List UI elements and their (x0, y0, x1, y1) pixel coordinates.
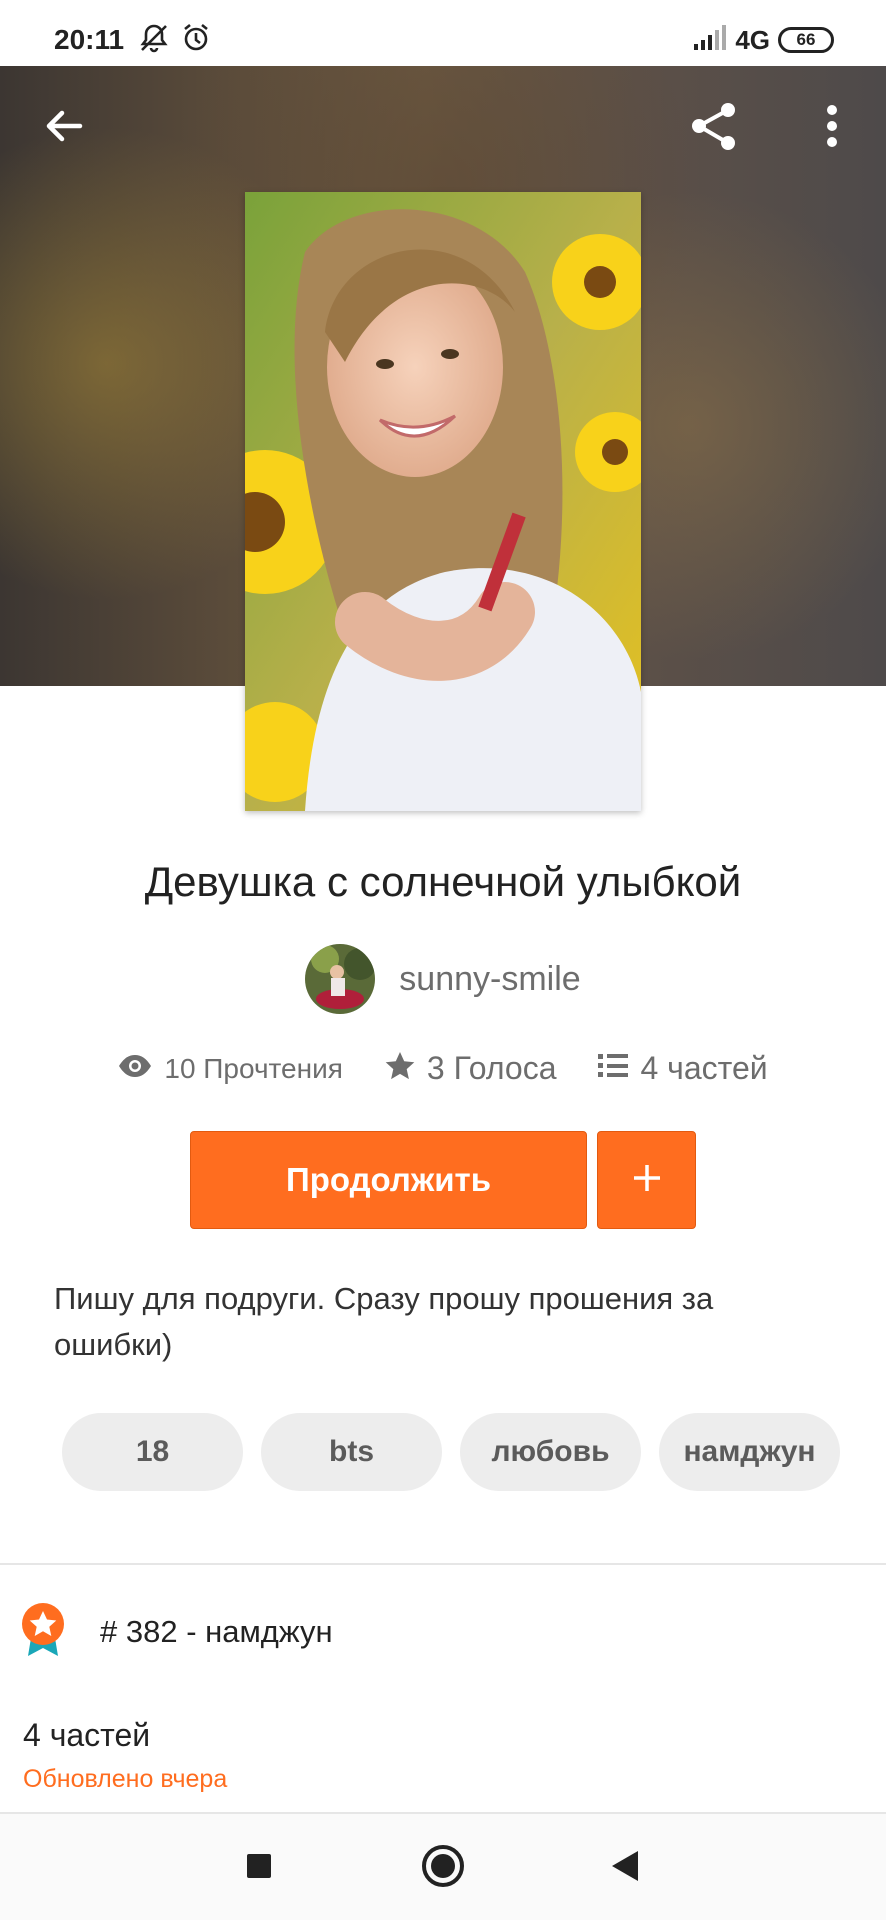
signal-icon (693, 24, 727, 56)
votes-stat: 3 Голоса (385, 1050, 557, 1087)
parts-count-stat: 4 частей (640, 1050, 768, 1086)
add-to-library-button[interactable] (597, 1131, 696, 1229)
status-bar: 20:11 4G 66 (0, 0, 886, 66)
tag-chip[interactable]: намджун (659, 1413, 840, 1491)
more-button[interactable] (792, 88, 872, 168)
story-stats: 10 Прочтения 3 Голоса 4 частей (0, 1050, 886, 1087)
more-vert-icon (826, 104, 838, 153)
plus-icon (632, 1163, 662, 1198)
author-avatar[interactable] (305, 944, 376, 1014)
reads-count: 10 Прочтения (164, 1052, 343, 1084)
parts-stat: 4 частей (598, 1050, 768, 1087)
tag-chip[interactable]: bts (261, 1413, 442, 1491)
ranking-text: # 382 - намджун (100, 1614, 333, 1649)
system-back-button[interactable] (593, 1836, 657, 1900)
parts-row[interactable]: 4 частей Обновлено вчера (0, 1705, 886, 1805)
ranking-row[interactable]: # 382 - намджун (0, 1590, 886, 1670)
eye-icon (118, 1054, 152, 1083)
share-icon (686, 98, 742, 159)
status-time: 20:11 (54, 24, 125, 55)
recents-button[interactable] (227, 1836, 291, 1900)
notifications-off-icon (138, 22, 170, 59)
parts-count: 4 частей (23, 1717, 151, 1753)
author-link[interactable]: sunny-smile (0, 944, 886, 1014)
battery-indicator: 66 (778, 27, 834, 53)
status-indicators: 4G 66 (693, 22, 834, 58)
tag-chip[interactable]: любовь (460, 1413, 641, 1491)
section-divider (0, 1563, 886, 1565)
list-icon (598, 1053, 629, 1084)
author-name[interactable]: sunny-smile (399, 960, 580, 999)
arrow-left-icon (42, 104, 86, 153)
network-type: 4G (735, 24, 770, 55)
star-icon (385, 1051, 415, 1086)
recents-square-icon (245, 1852, 273, 1885)
back-button[interactable] (24, 88, 104, 168)
home-button[interactable] (411, 1836, 475, 1900)
back-triangle-icon (610, 1849, 640, 1888)
share-button[interactable] (674, 88, 754, 168)
tag-list: 18 bts любовь намджун (62, 1413, 886, 1491)
tag-chip[interactable]: 18 (62, 1413, 243, 1491)
continue-reading-button[interactable]: Продолжить (190, 1131, 587, 1229)
story-title: Девушка с солнечной улыбкой (144, 858, 742, 905)
votes-count: 3 Голоса (426, 1050, 557, 1086)
story-cover-image[interactable] (245, 192, 641, 811)
home-circle-icon (421, 1844, 465, 1893)
alarm-icon (180, 22, 212, 59)
rank-badge-icon (20, 1602, 66, 1663)
system-nav-bar (0, 1814, 886, 1920)
parts-updated: Обновлено вчера (23, 1765, 228, 1793)
reads-stat: 10 Прочтения (118, 1053, 343, 1085)
story-description: Пишу для подруги. Сразу прошу прошения з… (54, 1281, 714, 1362)
